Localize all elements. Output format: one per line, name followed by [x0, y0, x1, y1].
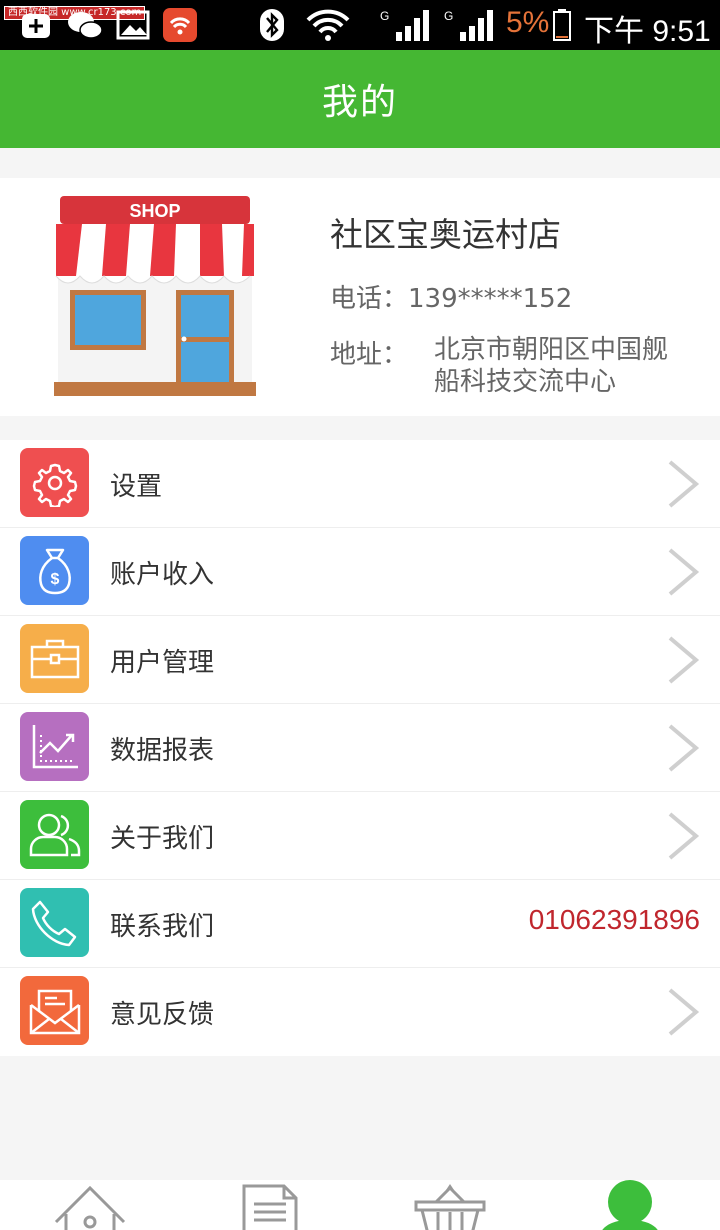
- shop-image: SHOP: [54, 196, 256, 396]
- battery-percent: 5%: [506, 6, 550, 39]
- menu-label-contact-us: 联系我们: [110, 912, 215, 942]
- wifi-icon: [306, 9, 350, 41]
- menu-item-account-income[interactable]: $ 账户收入: [0, 528, 720, 616]
- app-notification-icon: [163, 8, 197, 42]
- chevron-right-icon: [668, 988, 700, 1036]
- page-title: 我的: [321, 82, 398, 123]
- menu-label-about-us: 关于我们: [110, 824, 215, 854]
- store-address: 北京市朝阳区中国舰船科技交流中心: [434, 335, 669, 397]
- signal-icon: G: [380, 9, 429, 41]
- menu-item-user-management[interactable]: 用户管理: [0, 616, 720, 704]
- chevron-right-icon: [668, 724, 700, 772]
- bottom-tab-bar: [0, 1180, 720, 1230]
- users-icon: [20, 800, 89, 869]
- svg-text:$: $: [50, 571, 59, 588]
- add-notification-icon: [22, 14, 50, 38]
- battery-icon: [553, 9, 571, 41]
- chevron-right-icon: [668, 812, 700, 860]
- chevron-right-icon: [668, 548, 700, 596]
- mail-icon: [20, 976, 89, 1045]
- basket-icon[interactable]: [410, 1180, 490, 1230]
- menu-label-feedback: 意见反馈: [110, 1000, 215, 1030]
- menu-label-data-reports: 数据报表: [110, 736, 215, 766]
- menu-item-feedback[interactable]: 意见反馈: [0, 968, 720, 1056]
- user-icon[interactable]: [590, 1180, 670, 1230]
- menu-list: 设置 $ 账户收入 用户管理 数据报表 关于我们 联系我们 0106239189…: [0, 440, 720, 1056]
- store-address-label: 地址：: [330, 340, 409, 370]
- chevron-right-icon: [668, 460, 700, 508]
- toolbox-icon: [20, 624, 89, 693]
- store-name: 社区宝奥运村店: [330, 215, 561, 254]
- contact-phone-number[interactable]: 01062391896: [529, 904, 700, 936]
- store-phone: 电话：139*****152: [330, 284, 573, 314]
- document-icon[interactable]: [230, 1180, 310, 1230]
- svg-text:G: G: [380, 9, 389, 23]
- store-profile-card: SHOP 社区宝奥运村店 电话：139*****152 地址： 北京市朝阳区中国…: [0, 178, 720, 416]
- menu-label-settings: 设置: [110, 472, 163, 502]
- svg-text:G: G: [444, 9, 453, 23]
- image-icon: [116, 10, 150, 40]
- wechat-icon: [68, 12, 103, 39]
- menu-item-settings[interactable]: 设置: [0, 440, 720, 528]
- chevron-right-icon: [668, 636, 700, 684]
- home-icon[interactable]: [50, 1180, 130, 1230]
- gear-icon: [20, 448, 89, 517]
- menu-label-account-income: 账户收入: [110, 560, 215, 590]
- signal-icon-2: G: [444, 9, 493, 41]
- shop-sign-text: SHOP: [129, 201, 180, 221]
- phone-icon: [20, 888, 89, 957]
- status-bar: 西西软件园 www.cr173.com G G 5% 下午 9:51: [0, 0, 720, 50]
- clock: 下午 9:51: [584, 15, 711, 48]
- header-bar: 我的: [0, 50, 720, 148]
- menu-item-contact-us[interactable]: 联系我们 01062391896: [0, 880, 720, 968]
- chart-icon: [20, 712, 89, 781]
- bluetooth-icon: [260, 9, 284, 41]
- menu-label-user-management: 用户管理: [110, 648, 215, 678]
- menu-item-data-reports[interactable]: 数据报表: [0, 704, 720, 792]
- menu-item-about-us[interactable]: 关于我们: [0, 792, 720, 880]
- money-bag-icon: $: [20, 536, 89, 605]
